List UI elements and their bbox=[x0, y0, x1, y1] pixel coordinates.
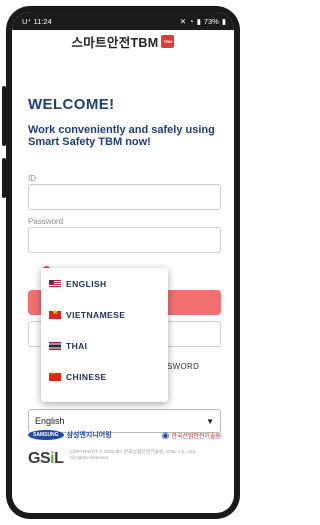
language-option-vietnamese[interactable]: VIETNAMESE bbox=[41, 299, 168, 330]
battery-icon: ▮ bbox=[221, 16, 226, 26]
logo-text: 스마트안전TBM bbox=[71, 36, 159, 50]
welcome-subtitle: Work conveniently and safely using Smart… bbox=[28, 124, 215, 148]
signal-icon: ▮ bbox=[196, 16, 201, 26]
samsung-logo: SAMSUNG bbox=[28, 430, 64, 440]
language-option-label: ENGLISH bbox=[66, 278, 107, 289]
welcome-title: WELCOME! bbox=[28, 96, 115, 113]
language-dropdown-menu: ENGLISH VIETNAMESE THAI CHINESE bbox=[41, 268, 168, 402]
footer: GSiL COPYRIGHT © 2022 BY 한국산업안전기술원, GSIL… bbox=[28, 450, 221, 468]
wifi-icon: ◔ bbox=[189, 16, 194, 26]
find-password-link[interactable]: SWORD bbox=[167, 362, 199, 371]
badge-text: TBM bbox=[163, 39, 173, 44]
samsung-partner: SAMSUNG 삼성엔지니어링 bbox=[28, 430, 112, 440]
samsung-engineering-label: 삼성엔지니어링 bbox=[66, 432, 112, 439]
app-logo: 스마트안전TBM TBM bbox=[0, 32, 246, 51]
cn-flag-icon bbox=[49, 370, 61, 381]
status-left: U⁺ 11:24 bbox=[22, 17, 52, 26]
status-time: 11:24 bbox=[33, 16, 52, 26]
language-option-label: THAI bbox=[66, 340, 88, 351]
gsil-logo-l: L bbox=[54, 450, 64, 467]
password-label: Password bbox=[28, 217, 64, 226]
password-input[interactable] bbox=[28, 227, 221, 253]
us-flag-icon bbox=[49, 279, 61, 288]
language-option-thai[interactable]: THAI bbox=[41, 330, 168, 361]
partner-logos: SAMSUNG 삼성엔지니어링 ◉ 한국산업안전기술원 bbox=[28, 427, 221, 443]
language-option-label: VIETNAMESE bbox=[66, 309, 126, 320]
id-label: ID bbox=[28, 174, 36, 183]
language-option-chinese[interactable]: CHINESE bbox=[41, 361, 168, 392]
power-button bbox=[2, 158, 6, 198]
tbm-badge-icon: TBM bbox=[161, 35, 175, 48]
kosha-partner: ◉ 한국산업안전기술원 bbox=[161, 430, 221, 441]
gsil-logo: GSiL bbox=[28, 450, 64, 468]
chevron-down-icon: ▼ bbox=[206, 416, 214, 426]
mute-icon: ✕ bbox=[179, 16, 187, 26]
battery-percent: 73% bbox=[203, 16, 219, 26]
kosha-logo-icon: ◉ bbox=[161, 429, 170, 440]
carrier-label: U⁺ bbox=[22, 16, 32, 26]
status-right: ✕ ◔ ▮ 73% ▮ bbox=[180, 17, 226, 26]
language-option-english[interactable]: ENGLISH bbox=[41, 268, 168, 299]
gsil-logo-gs: GS bbox=[28, 450, 51, 467]
language-selected: English bbox=[35, 416, 65, 426]
id-input[interactable] bbox=[28, 184, 221, 210]
th-flag-icon bbox=[49, 341, 61, 350]
kosha-label: 한국산업안전기술원 bbox=[171, 433, 221, 440]
volume-button bbox=[2, 86, 6, 146]
language-option-label: CHINESE bbox=[66, 371, 107, 382]
copyright-text: COPYRIGHT © 2022 BY 한국산업안전기술원, GSIL Co.,… bbox=[69, 450, 197, 461]
status-bar: U⁺ 11:24 ✕ ◔ ▮ 73% ▮ bbox=[12, 12, 234, 30]
vn-flag-icon bbox=[49, 308, 61, 319]
